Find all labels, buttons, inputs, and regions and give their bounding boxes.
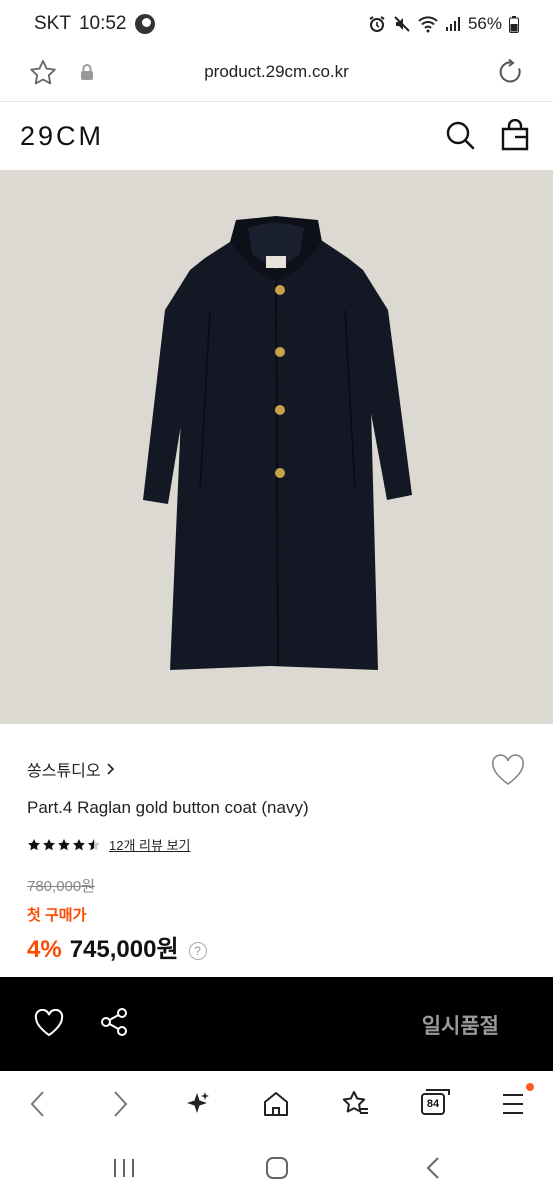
rating-stars <box>27 838 101 852</box>
coat-image <box>143 216 412 670</box>
back-icon[interactable] <box>28 1089 48 1119</box>
share-icon[interactable] <box>100 1007 128 1037</box>
soldout-button[interactable]: 일시품절 <box>422 1010 499 1040</box>
recent-apps-icon[interactable] <box>112 1157 136 1179</box>
reload-icon[interactable] <box>497 58 525 86</box>
system-nav <box>0 1137 553 1200</box>
product-image[interactable] <box>0 170 553 724</box>
forward-icon[interactable] <box>110 1089 130 1119</box>
original-price: 780,000원 <box>27 878 96 895</box>
like-heart-icon[interactable] <box>34 1009 64 1037</box>
notification-dot <box>526 1083 534 1091</box>
mute-icon <box>394 16 410 32</box>
home-button-icon[interactable] <box>265 1156 289 1180</box>
status-bar: SKT 10:52 56% <box>0 0 553 48</box>
chevron-right-icon <box>107 763 114 775</box>
first-purchase-label: 첫 구매가 <box>27 907 87 924</box>
search-icon[interactable] <box>444 119 476 151</box>
wifi-icon <box>418 16 438 33</box>
url-bar: product.29cm.co.kr <box>0 48 553 102</box>
home-icon[interactable] <box>262 1089 290 1119</box>
star-full-icon <box>73 838 85 850</box>
url-text[interactable]: product.29cm.co.kr <box>0 62 553 82</box>
star-half-icon <box>88 838 100 850</box>
carrier: SKT <box>34 13 71 34</box>
signal-icon <box>445 17 460 31</box>
sale-price: 745,000원 <box>69 936 179 963</box>
clock: 10:52 <box>78 13 127 34</box>
brand-link[interactable]: 쏭스튜디오 <box>27 757 115 781</box>
sparkle-icon[interactable] <box>184 1089 210 1119</box>
review-link[interactable]: 12개 리뷰 보기 <box>109 835 190 854</box>
battery-percent: 56% <box>467 14 502 33</box>
shopping-bag-icon[interactable] <box>500 119 530 151</box>
rating: 12개 리뷰 보기 <box>27 835 190 854</box>
tabs-button[interactable]: 84 <box>421 1089 450 1115</box>
price-row: 4% 745,000원 ? <box>27 929 207 964</box>
bookmarks-icon[interactable] <box>340 1089 370 1119</box>
site-logo[interactable]: 29CM <box>20 121 104 152</box>
brand-name: 쏭스튜디오 <box>27 763 101 780</box>
star-full-icon <box>28 838 40 850</box>
star-full-icon <box>43 838 55 850</box>
site-header: 29CM <box>0 103 553 170</box>
heart-icon[interactable] <box>490 754 526 786</box>
alarm-icon <box>369 16 385 32</box>
moon-icon <box>134 14 155 34</box>
product-name: Part.4 Raglan gold button coat (navy) <box>27 798 309 817</box>
discount-rate: 4% <box>27 936 62 963</box>
menu-icon[interactable] <box>501 1089 525 1119</box>
help-icon[interactable]: ? <box>188 942 207 960</box>
battery-icon <box>509 15 519 33</box>
action-bar: 일시품절 <box>0 977 553 1071</box>
star-full-icon <box>58 838 70 850</box>
system-back-icon[interactable] <box>424 1156 442 1180</box>
browser-nav: 84 <box>0 1071 553 1137</box>
